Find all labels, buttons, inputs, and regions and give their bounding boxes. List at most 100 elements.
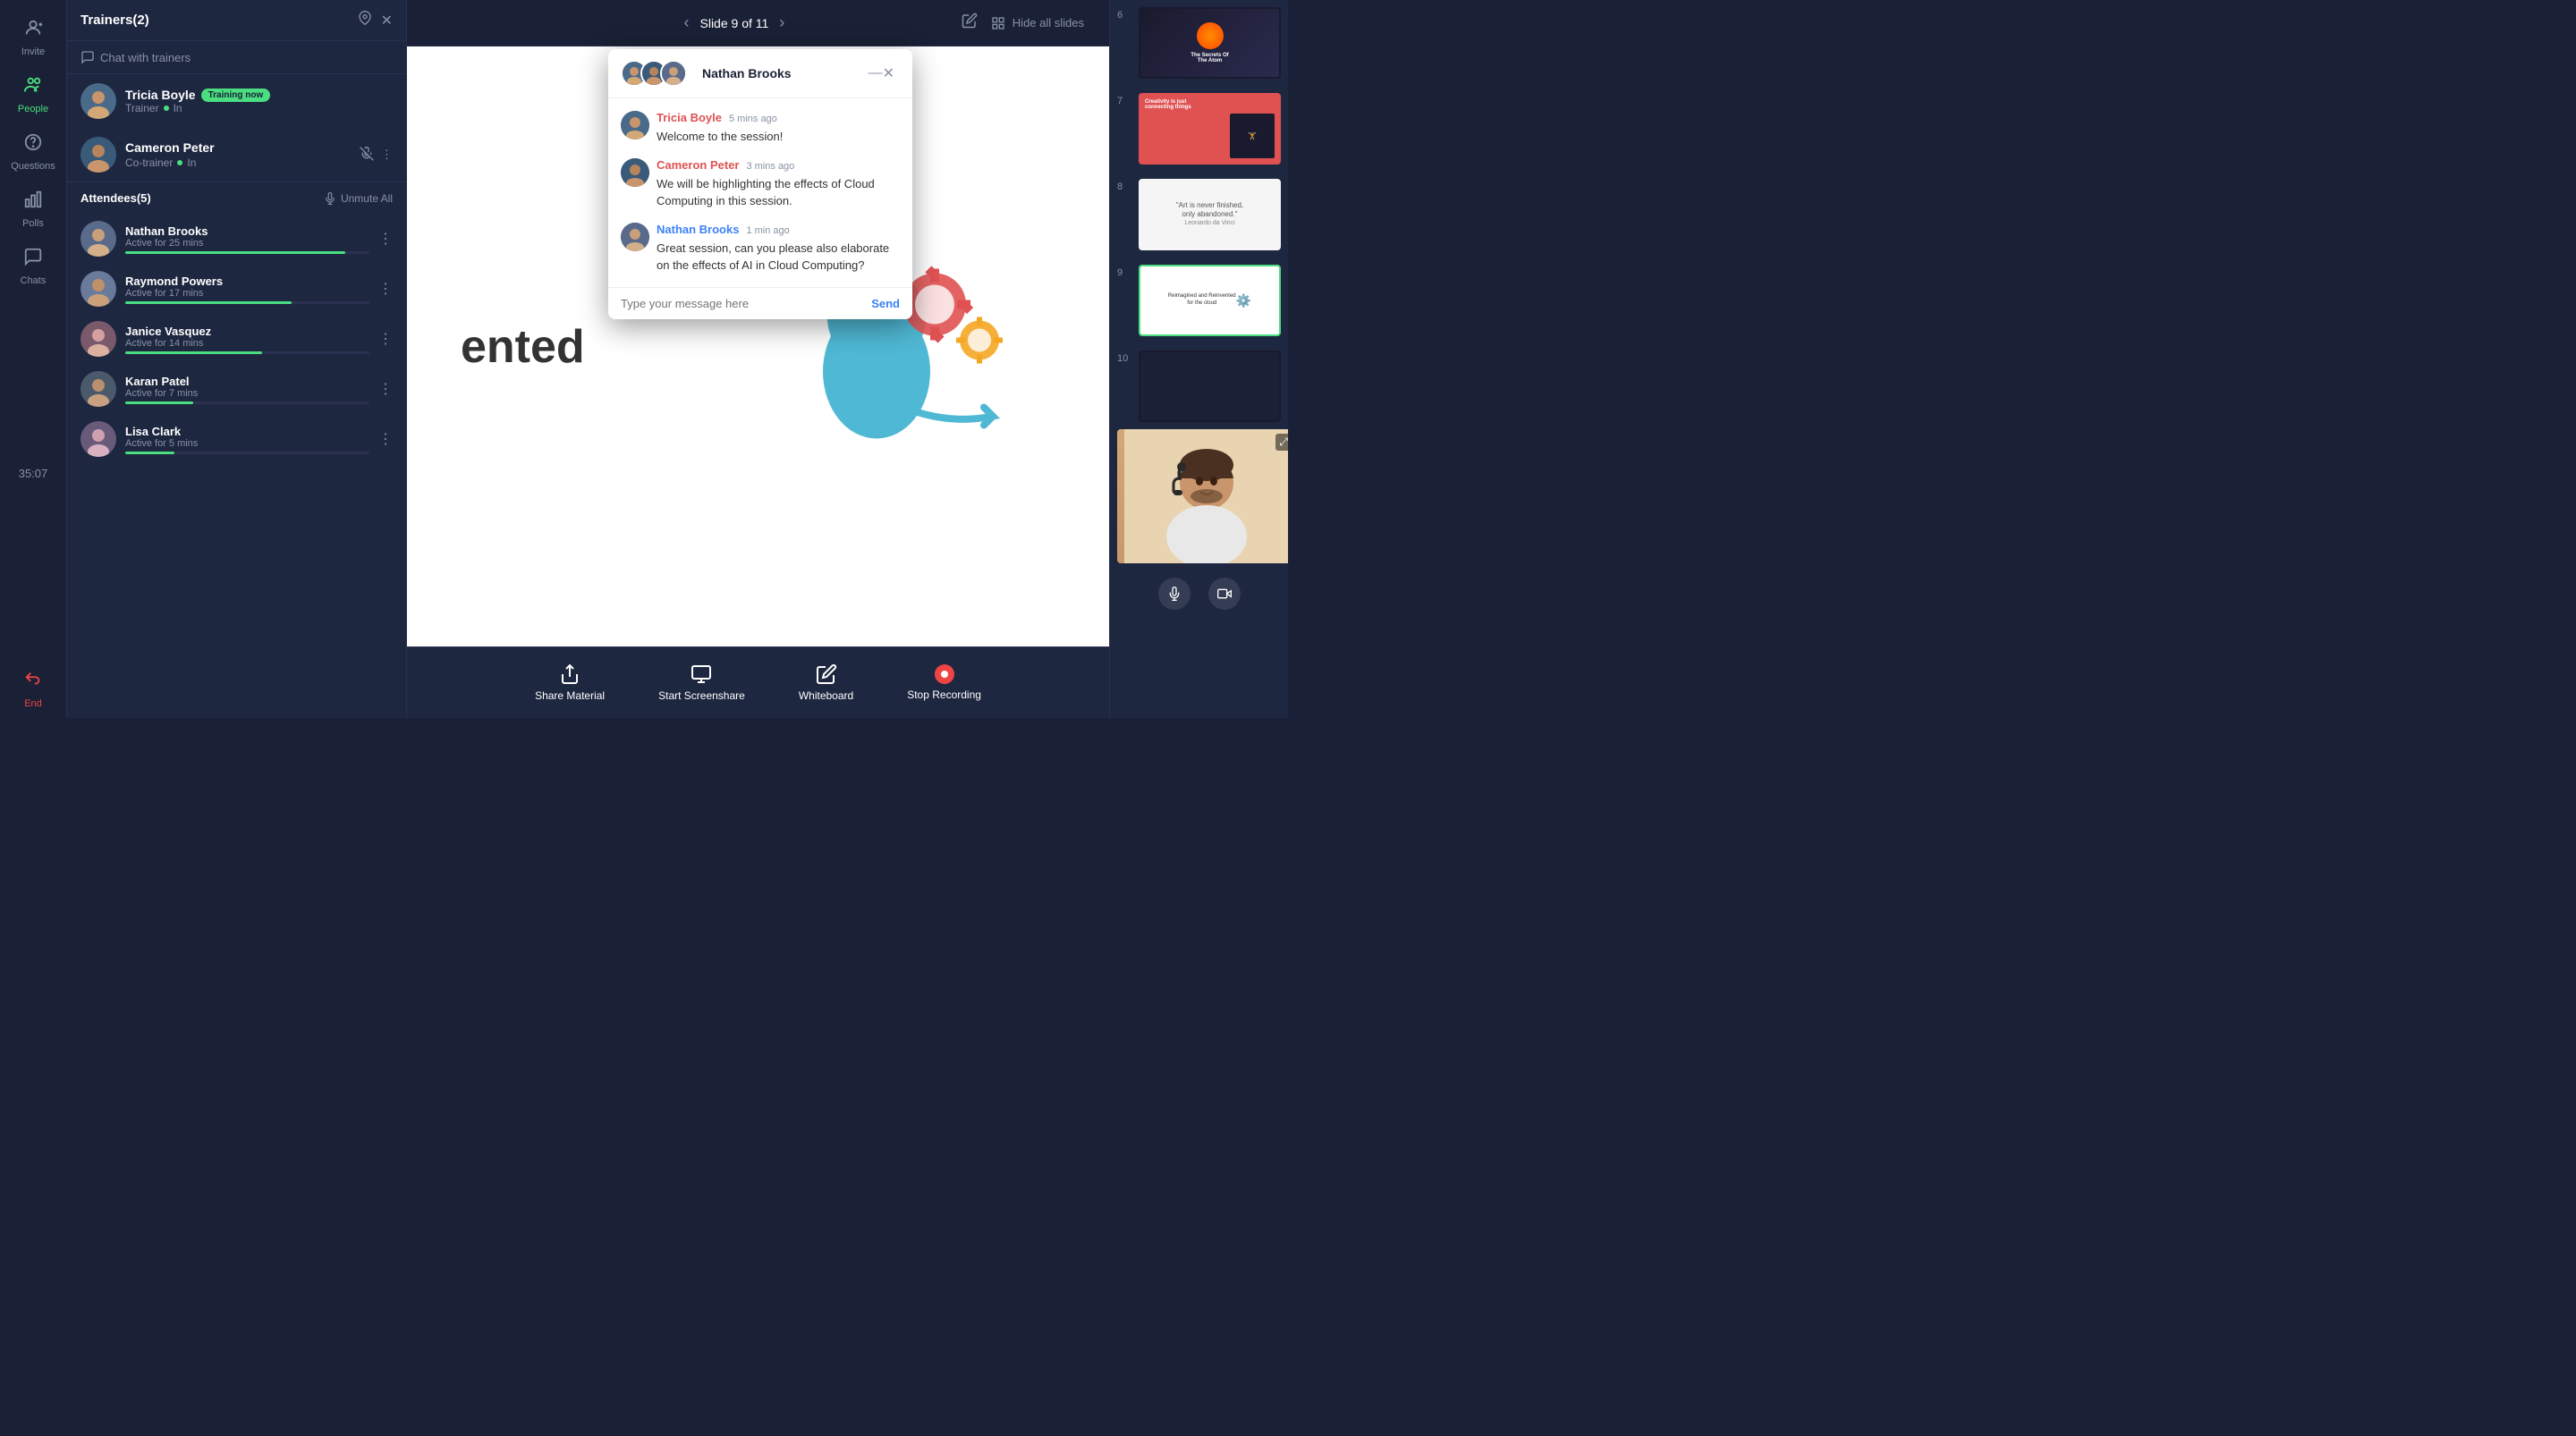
progress-fill-lisa [125, 452, 174, 454]
share-material-button[interactable]: Share Material [535, 663, 605, 702]
attendee-item-lisa[interactable]: Lisa Clark Active for 5 mins ⋮ [67, 414, 406, 464]
end-icon [23, 670, 43, 695]
chat-input-area: Send [608, 287, 912, 319]
sidebar-item-people[interactable]: People [0, 66, 66, 123]
chat-time-3: 1 min ago [746, 225, 789, 236]
attendee-item-karan[interactable]: Karan Patel Active for 7 mins ⋮ [67, 364, 406, 414]
minimize-chat-button[interactable]: — [869, 65, 883, 81]
slide-num-10: 10 [1117, 351, 1131, 364]
prev-slide-button[interactable]: ‹ [684, 13, 690, 32]
next-slide-button[interactable]: › [779, 13, 784, 32]
attendee-item-nathan[interactable]: Nathan Brooks Active for 25 mins ⋮ [67, 214, 406, 264]
attendee-progress-nathan [125, 251, 369, 254]
trainer-item-tricia[interactable]: Tricia Boyle Training now Trainer In [67, 74, 406, 128]
thumb-content-9: Reimagined and Reinventedfor the cloud ⚙… [1140, 266, 1279, 334]
trainer-item-cameron[interactable]: Cameron Peter Co-trainer In ⋮ [67, 128, 406, 182]
sidebar-item-end[interactable]: End [0, 661, 66, 718]
record-icon [935, 664, 954, 684]
close-chat-button[interactable]: ✕ [883, 64, 894, 82]
attendee-menu-lisa[interactable]: ⋮ [378, 430, 393, 448]
attendee-menu-karan[interactable]: ⋮ [378, 380, 393, 398]
unmute-all-button[interactable]: Unmute All [324, 192, 393, 205]
slide-thumbnail-9[interactable]: 9 Reimagined and Reinventedfor the cloud… [1110, 258, 1288, 343]
sidebar-item-questions[interactable]: Questions [0, 123, 66, 181]
attendee-menu-raymond[interactable]: ⋮ [378, 280, 393, 298]
close-panel-button[interactable]: ✕ [381, 12, 393, 30]
topbar-right-actions: Hide all slides [954, 13, 1091, 33]
chat-with-trainers-btn[interactable]: Chat with trainers [80, 50, 393, 64]
attendee-item-janice[interactable]: Janice Vasquez Active for 14 mins ⋮ [67, 314, 406, 364]
trainer-info-cameron: Cameron Peter Co-trainer In [125, 140, 351, 169]
sidebar-item-chats[interactable]: Chats [0, 238, 66, 295]
chat-msg-text-2: We will be highlighting the effects of C… [657, 175, 900, 210]
hide-slides-button[interactable]: Hide all slides [991, 16, 1084, 30]
avatar-raymond [80, 271, 116, 307]
chat-avatar-3 [660, 60, 687, 87]
slide-navigation: ‹ Slide 9 of 11 › [684, 13, 785, 32]
pin-button[interactable] [358, 11, 372, 30]
hide-slides-label: Hide all slides [1013, 16, 1084, 30]
slide-thumbnail-8[interactable]: 8 "Art is never finished,only abandoned.… [1110, 172, 1288, 258]
more-cameron-btn[interactable]: ⋮ [381, 148, 393, 162]
video-expand-button[interactable]: ⤢ [1275, 434, 1288, 451]
camera-toggle-button[interactable] [1208, 578, 1241, 610]
trainer-role-cameron: Co-trainer In [125, 156, 351, 169]
chat-send-button[interactable]: Send [871, 297, 900, 310]
sidebar-item-polls[interactable]: Polls [0, 181, 66, 238]
chat-msg-header-1: Tricia Boyle 5 mins ago [657, 111, 783, 124]
sidebar-item-invite[interactable]: Invite [0, 9, 66, 66]
mute-cameron-btn[interactable] [360, 147, 374, 164]
panel-header-actions: ✕ [358, 11, 393, 30]
chat-msg-text-1: Welcome to the session! [657, 128, 783, 146]
bottom-toolbar: Share Material Start Screenshare Whitebo… [407, 646, 1109, 718]
slide-thumbnail-6[interactable]: 6 The Secrets OfThe Atom [1110, 0, 1288, 86]
attendee-menu-nathan[interactable]: ⋮ [378, 230, 393, 248]
slide-thumb-img-7: Creativity is justconnecting things 🏋️ [1139, 93, 1281, 165]
slide-thumbnail-7[interactable]: 7 Creativity is justconnecting things 🏋️ [1110, 86, 1288, 172]
chats-label: Chats [21, 275, 47, 286]
whiteboard-button[interactable]: Whiteboard [799, 663, 853, 702]
chat-popup: Nathan Brooks — ✕ Tricia Boyle 5 mins ag… [608, 49, 912, 319]
chat-msg-header-2: Cameron Peter 3 mins ago [657, 158, 900, 172]
trainer-actions-cameron: ⋮ [360, 147, 393, 164]
attendee-status-lisa: Active for 5 mins [125, 438, 369, 449]
slide-thumbnail-10[interactable]: 10 [1110, 343, 1288, 429]
share-material-label: Share Material [535, 689, 605, 702]
attendee-menu-janice[interactable]: ⋮ [378, 330, 393, 348]
slide-thumb-img-8: "Art is never finished,only abandoned."L… [1139, 179, 1281, 250]
slide-num-8: 8 [1117, 179, 1131, 192]
people-label: People [18, 104, 48, 114]
polls-label: Polls [22, 218, 44, 229]
attendee-status-nathan: Active for 25 mins [125, 238, 369, 249]
chat-msg-content-3: Nathan Brooks 1 min ago Great session, c… [657, 223, 900, 275]
mic-toggle-button[interactable] [1158, 578, 1191, 610]
chat-message-input[interactable] [621, 297, 871, 310]
avatar-lisa [80, 421, 116, 457]
attendee-progress-raymond [125, 301, 369, 304]
camera-icon [1217, 587, 1232, 601]
thumb-content-8: "Art is never finished,only abandoned."L… [1140, 181, 1279, 249]
edit-icon-btn[interactable] [962, 13, 978, 33]
attendee-item-raymond[interactable]: Raymond Powers Active for 17 mins ⋮ [67, 264, 406, 314]
chat-popup-avatars [621, 60, 680, 87]
video-panel: ⤢ [1117, 429, 1288, 563]
attendee-name-karan: Karan Patel [125, 375, 369, 388]
chat-time-1: 5 mins ago [729, 114, 777, 124]
invite-icon [23, 18, 43, 43]
attendees-title: Attendees(5) [80, 191, 151, 205]
stop-recording-button[interactable]: Stop Recording [907, 664, 981, 701]
attendee-progress-karan [125, 401, 369, 404]
slide-num-7: 7 [1117, 93, 1131, 106]
chat-message-1: Tricia Boyle 5 mins ago Welcome to the s… [621, 111, 900, 146]
start-screenshare-button[interactable]: Start Screenshare [658, 663, 745, 702]
attendee-name-janice: Janice Vasquez [125, 325, 369, 338]
screenshare-icon [691, 663, 712, 685]
slide-thumb-img-10 [1139, 351, 1281, 422]
thumb-content-6: The Secrets OfThe Atom [1140, 9, 1279, 77]
slide-thumb-img-6: The Secrets OfThe Atom [1139, 7, 1281, 79]
chat-msg-content-1: Tricia Boyle 5 mins ago Welcome to the s… [657, 111, 783, 146]
attendee-progress-janice [125, 351, 369, 354]
slide-info: Slide 9 of 11 [700, 16, 769, 30]
progress-fill-nathan [125, 251, 345, 254]
attendees-list: Nathan Brooks Active for 25 mins ⋮ Raymo… [67, 214, 406, 718]
